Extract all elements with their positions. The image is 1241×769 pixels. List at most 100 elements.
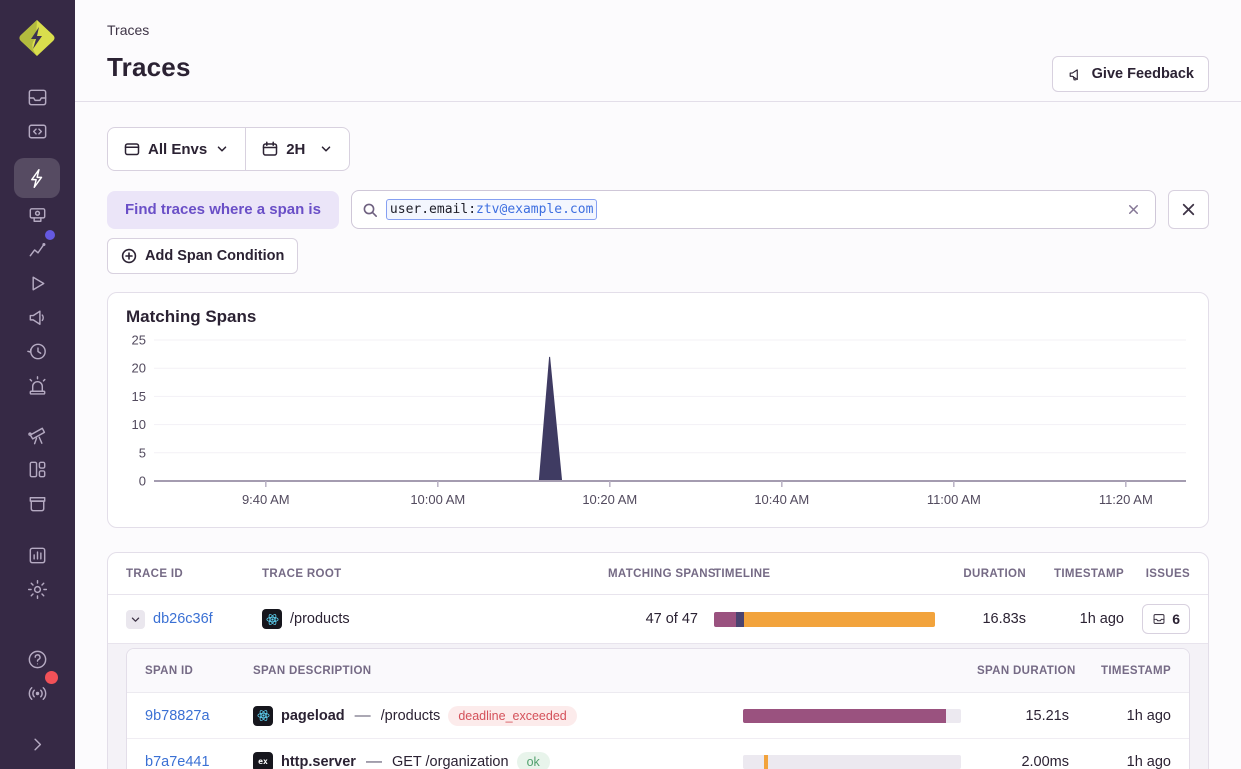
stats-icon	[26, 544, 49, 567]
expanded-trace-zone: Span ID Span Description Span Duration T…	[108, 643, 1208, 769]
traces-icon	[26, 167, 49, 190]
add-span-condition-button[interactable]: Add Span Condition	[107, 238, 298, 274]
sidebar-item-stats[interactable]	[20, 538, 54, 572]
sidebar	[0, 0, 75, 769]
environment-filter[interactable]: All Envs	[108, 128, 245, 170]
separator: —	[353, 707, 373, 725]
sidebar-item-dashboards[interactable]	[20, 452, 54, 486]
express-icon: ex	[253, 752, 273, 769]
svg-text:10: 10	[132, 417, 146, 432]
sidebar-item-alerts[interactable]	[20, 368, 54, 402]
history-clock-icon	[26, 340, 49, 363]
matching-spans-card: Matching Spans 05101520259:40 AM10:00 AM…	[107, 292, 1209, 528]
archive-box-icon	[26, 492, 49, 515]
sidebar-item-projects[interactable]	[20, 114, 54, 148]
col-timeline: Timeline	[714, 568, 940, 580]
col-trace-root: Trace Root	[262, 568, 592, 580]
col-span-duration: Span Duration	[977, 665, 1069, 677]
span-timestamp: 1h ago	[1127, 754, 1171, 769]
span-query-row: Find traces where a span is user.email:z…	[107, 190, 1209, 229]
give-feedback-label: Give Feedback	[1092, 66, 1194, 82]
span-status-badge: ok	[517, 752, 550, 769]
megaphone-icon	[26, 306, 49, 329]
trace-issues-count: 6	[1172, 611, 1180, 627]
col-span-id: Span ID	[145, 665, 237, 677]
svg-text:20: 20	[132, 361, 146, 376]
span-operation: http.server	[281, 754, 356, 769]
trace-duration: 16.83s	[956, 611, 1026, 627]
replays-icon	[26, 272, 49, 295]
give-feedback-button[interactable]: Give Feedback	[1052, 56, 1209, 92]
token-value: ztv@example.com	[476, 202, 593, 217]
col-issues: Issues	[1140, 568, 1190, 580]
trace-table-row: db26c36f /products 47 of 47 16.83s 1h ag…	[108, 595, 1208, 643]
span-table-row: 9b78827a pageload — /products deadline_e…	[127, 693, 1189, 739]
sidebar-item-traces[interactable]	[14, 158, 60, 198]
chevron-down-icon	[215, 142, 229, 156]
metrics-notification-dot	[45, 230, 55, 240]
clear-search-button[interactable]	[1122, 198, 1145, 221]
issues-icon	[1152, 612, 1166, 626]
sidebar-item-replays[interactable]	[20, 266, 54, 300]
sidebar-item-archive[interactable]	[20, 486, 54, 520]
span-description: GET /organization	[392, 754, 509, 769]
matching-spans-count: 47 of 47	[608, 611, 698, 627]
svg-text:9:40 AM: 9:40 AM	[242, 492, 290, 507]
app-logo[interactable]	[17, 18, 57, 58]
span-duration: 2.00ms	[977, 754, 1069, 769]
traces-table-header: Trace ID Trace Root Matching Spans Timel…	[108, 553, 1208, 595]
trace-timeline-bar	[714, 612, 935, 627]
sidebar-item-discover[interactable]	[20, 418, 54, 452]
spans-table: Span ID Span Description Span Duration T…	[126, 648, 1190, 769]
whats-new-notification-dot	[45, 671, 58, 684]
react-icon	[253, 706, 273, 726]
span-status-badge: deadline_exceeded	[448, 706, 576, 726]
gear-icon	[26, 578, 49, 601]
sidebar-item-feedback[interactable]	[20, 300, 54, 334]
breadcrumb[interactable]: Traces	[107, 22, 1209, 38]
profiling-icon	[26, 204, 49, 227]
trace-root-name: /products	[290, 611, 350, 627]
metrics-icon	[26, 238, 49, 261]
sidebar-collapse-button[interactable]	[20, 727, 54, 761]
sidebar-item-issues[interactable]	[20, 80, 54, 114]
trace-issues-button[interactable]: 6	[1142, 604, 1190, 634]
token-key: user.email:	[390, 202, 476, 217]
sidebar-item-whats-new[interactable]	[20, 676, 54, 710]
col-span-description: Span Description	[253, 665, 727, 677]
trace-timestamp: 1h ago	[1080, 611, 1124, 627]
environment-icon	[124, 141, 140, 157]
sidebar-item-releases[interactable]	[20, 334, 54, 368]
span-id-link[interactable]: 9b78827a	[145, 708, 237, 724]
sidebar-item-settings[interactable]	[20, 572, 54, 606]
svg-text:25: 25	[132, 333, 146, 348]
search-icon	[362, 202, 378, 218]
sidebar-item-metrics[interactable]	[20, 232, 54, 266]
issues-icon	[26, 86, 49, 109]
col-trace-id: Trace ID	[126, 568, 246, 580]
span-operation: pageload	[281, 708, 345, 724]
react-icon	[262, 609, 282, 629]
col-matching-spans: Matching Spans	[608, 568, 698, 580]
time-range-label: 2H	[286, 141, 305, 158]
help-icon	[26, 648, 49, 671]
remove-condition-button[interactable]	[1168, 190, 1209, 229]
span-id-link[interactable]: b7a7e441	[145, 754, 237, 769]
collapse-trace-button[interactable]	[126, 610, 145, 629]
query-condition-label: Find traces where a span is	[107, 191, 339, 229]
sidebar-item-profiling[interactable]	[20, 198, 54, 232]
chevron-down-icon	[319, 142, 333, 156]
svg-text:15: 15	[132, 389, 146, 404]
broadcast-icon	[26, 682, 49, 705]
svg-text:11:00 AM: 11:00 AM	[927, 492, 981, 507]
span-search-input[interactable]: user.email:ztv@example.com	[351, 190, 1156, 229]
search-filter-token[interactable]: user.email:ztv@example.com	[386, 199, 598, 220]
svg-text:0: 0	[139, 474, 146, 489]
trace-id-link[interactable]: db26c36f	[153, 611, 213, 627]
projects-icon	[26, 120, 49, 143]
megaphone-icon	[1067, 66, 1084, 83]
span-timeline-bar	[743, 755, 961, 769]
traces-table: Trace ID Trace Root Matching Spans Timel…	[107, 552, 1209, 769]
page-header: Traces Traces Give Feedback	[75, 0, 1241, 102]
time-range-filter[interactable]: 2H	[246, 128, 349, 170]
